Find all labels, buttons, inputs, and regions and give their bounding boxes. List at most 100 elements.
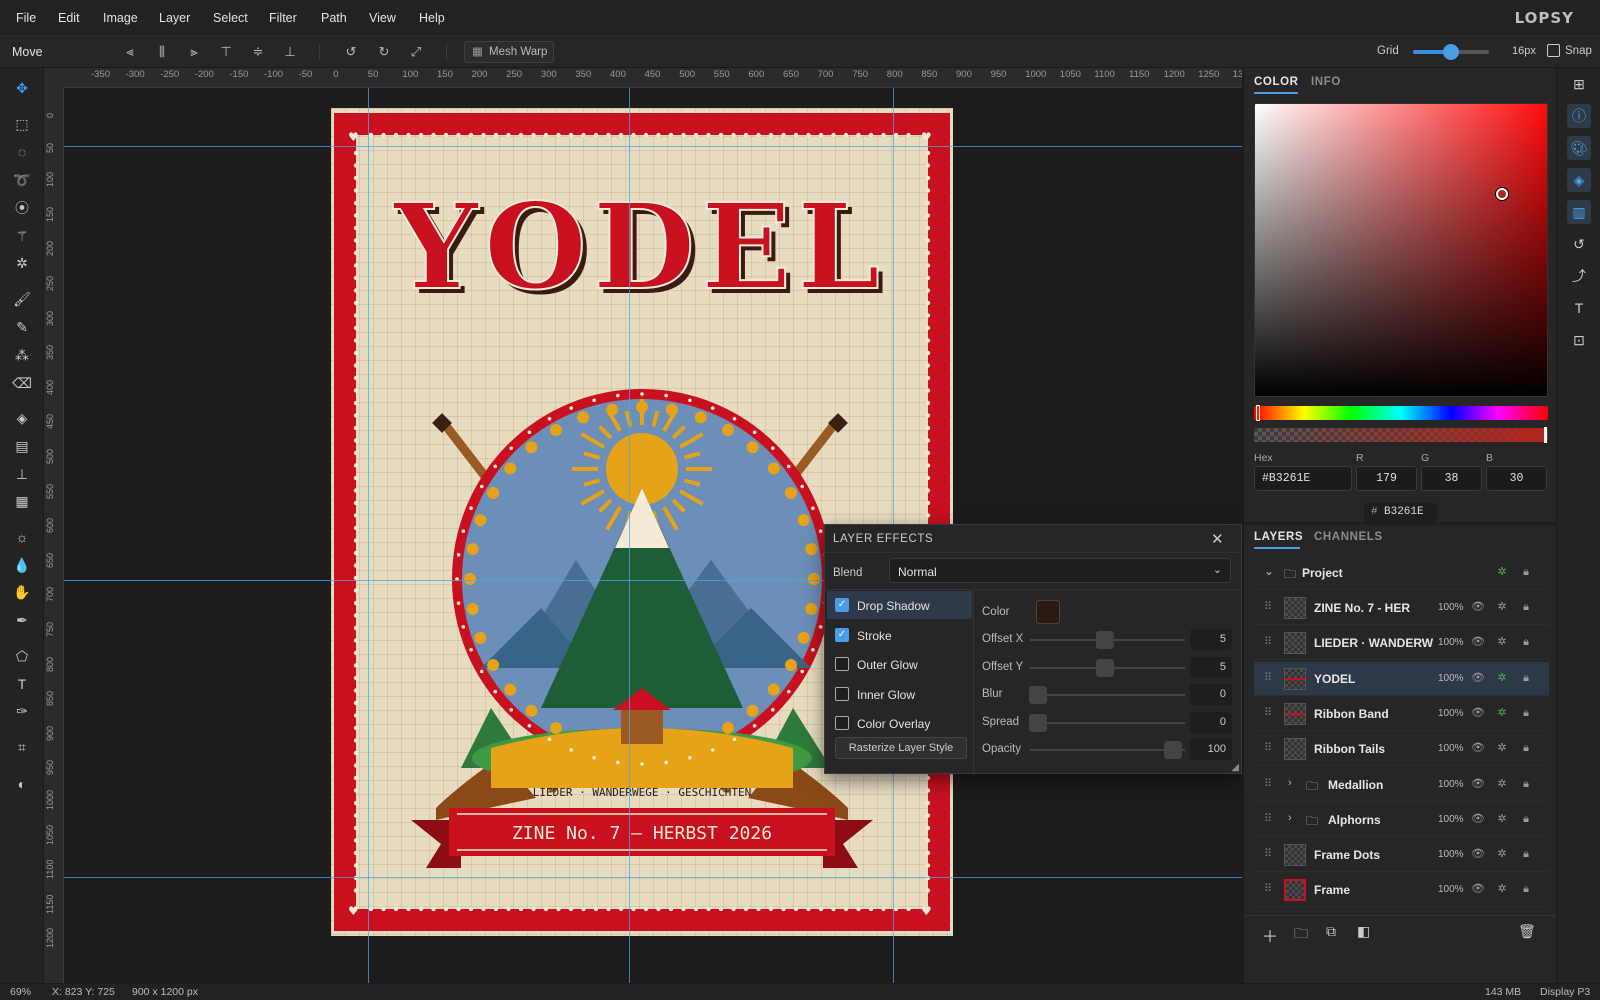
map-icon[interactable]: ⊞ [1567,72,1591,96]
expand-icon[interactable]: ⤢ [407,43,425,61]
lock-icon[interactable]: 🔒︎ [1519,812,1533,826]
contrast-icon[interactable]: ◐ [11,773,33,795]
lock-icon[interactable]: 🔒︎ [1519,847,1533,861]
brush-icon[interactable]: 🖌 [11,288,33,310]
effect-row[interactable]: ✓ Stroke [827,621,972,649]
layer-row[interactable]: ⠿ LIEDER · WANDERW 100% 👁︎ ✲ 🔒︎ [1254,626,1549,661]
color-picker-handle[interactable] [1496,188,1508,200]
layer-opacity[interactable]: 100% [1438,884,1464,895]
pencil-icon[interactable]: ✎ [11,316,33,338]
effects-icon[interactable]: ✲ [1495,741,1509,755]
lock-icon[interactable]: 🔒︎ [1519,706,1533,720]
lock-icon[interactable]: 🔒︎ [1519,882,1533,896]
layer-row[interactable]: ⠿ Ribbon Tails 100% 👁︎ ✲ 🔒︎ [1254,732,1549,767]
menu-image[interactable]: Image [103,11,138,25]
hex-input[interactable]: #B3261E [1254,466,1352,491]
layer-group-project[interactable]: ⌄ 🗀 Project ✲ 🔒︎ [1254,556,1549,590]
r-input[interactable]: 179 [1356,466,1417,491]
path-icon[interactable]: ⤴ [1567,264,1591,288]
layer-row[interactable]: ⠿ › 🗀 Medallion 100% 👁︎ ✲ 🔒︎ [1254,768,1549,802]
blend-select[interactable]: Normal ⌄ [889,558,1231,583]
align-left-icon[interactable]: ⫷ [121,43,139,61]
drag-handle-icon[interactable]: ⠿ [1264,741,1272,754]
effects-icon[interactable]: ✲ [1495,565,1509,579]
tab-color[interactable]: COLOR [1254,76,1299,88]
layer-opacity[interactable]: 100% [1438,779,1464,790]
drag-handle-icon[interactable]: ⠿ [1264,635,1272,648]
drag-handle-icon[interactable]: ⠿ [1264,882,1272,895]
chevron-down-icon[interactable]: ⌄ [1264,564,1274,578]
param-slider-knob[interactable] [1096,658,1114,677]
menu-layer[interactable]: Layer [159,11,190,25]
g-input[interactable]: 38 [1421,466,1482,491]
crop-icon[interactable]: ⌗ [11,736,33,758]
hex-swatch-field[interactable]: # B3261E [1364,503,1438,522]
lock-icon[interactable]: 🔒︎ [1519,600,1533,614]
new-group-icon[interactable]: 🗀 [1294,923,1308,947]
lock-icon[interactable]: 🔒︎ [1519,671,1533,685]
channels-icon[interactable]: ▥ [1567,200,1591,224]
eye-icon[interactable]: 👁︎ [1471,671,1485,685]
eye-icon[interactable]: 👁︎ [1471,635,1485,649]
menu-help[interactable]: Help [419,11,445,25]
layer-row[interactable]: ⠿ ZINE No. 7 - HER 100% 👁︎ ✲ 🔒︎ [1254,591,1549,625]
drag-handle-icon[interactable]: ⠿ [1264,812,1272,825]
palette-icon[interactable]: 🎨︎ [1567,136,1591,160]
hand-icon[interactable]: ✋ [11,581,33,603]
mesh-warp-button[interactable]: ▦ Mesh Warp [464,41,554,63]
guide-horizontal[interactable] [64,146,1242,147]
dodge-icon[interactable]: ☼ [11,526,33,548]
effect-checkbox[interactable] [835,657,849,671]
param-value-input[interactable]: 0 [1190,684,1232,705]
menu-path[interactable]: Path [321,11,347,25]
snap-checkbox[interactable] [1547,44,1560,57]
effects-icon[interactable]: ✲ [1495,671,1509,685]
paint-bucket-icon[interactable]: ◈ [11,407,33,429]
resize-grip-icon[interactable]: ◢ [1231,762,1239,773]
menu-file[interactable]: File [16,11,36,25]
text-tool-icon[interactable]: T [11,673,33,695]
chevron-right-icon[interactable]: › [1288,812,1292,824]
alpha-slider-handle[interactable] [1544,427,1547,443]
lock-icon[interactable]: 🔒︎ [1519,565,1533,579]
guide-horizontal[interactable] [64,877,1242,878]
layer-opacity[interactable]: 100% [1438,602,1464,613]
effects-icon[interactable]: ✲ [1495,600,1509,614]
eye-icon[interactable]: 👁︎ [1471,812,1485,826]
rasterize-layer-style-button[interactable]: Rasterize Layer Style [835,737,967,759]
effects-icon[interactable]: ✲ [1495,706,1509,720]
spot-heal-icon[interactable]: ✲ [11,252,33,274]
close-icon[interactable]: ✕ [1211,530,1224,548]
param-slider-knob[interactable] [1096,631,1114,649]
effect-checkbox[interactable] [835,686,849,701]
chevron-right-icon[interactable]: › [1288,777,1292,789]
guide-vertical[interactable] [629,88,630,983]
tab-layers[interactable]: LAYERS [1254,531,1303,543]
text-panel-icon[interactable]: T [1567,296,1591,320]
grid-slider[interactable] [1413,44,1489,60]
param-slider[interactable] [1030,721,1185,724]
param-value-input[interactable]: 5 [1190,629,1232,650]
rect-select-icon[interactable]: ⬚ [11,113,33,135]
eraser-icon[interactable]: ⌫ [11,372,33,394]
drag-handle-icon[interactable]: ⠿ [1264,847,1272,860]
drag-handle-icon[interactable]: ⠿ [1264,706,1272,719]
grid-slider-knob[interactable] [1443,44,1459,60]
layer-opacity[interactable]: 100% [1438,637,1464,648]
layer-row[interactable]: ⠿ Frame 100% 👁︎ ✲ 🔒︎ [1254,873,1549,908]
param-value-input[interactable]: 5 [1190,656,1232,678]
effects-icon[interactable]: ✲ [1495,882,1509,896]
effect-checkbox[interactable]: ✓ [835,627,849,642]
stamp-icon[interactable]: ⊥ [11,463,33,485]
effects-icon[interactable]: ✲ [1495,812,1509,826]
layer-row[interactable]: ⠿ YODEL 100% 👁︎ ✲ 🔒︎ [1254,661,1549,696]
pattern-icon[interactable]: ▦ [11,490,33,512]
burn-icon[interactable]: 💧 [11,554,33,576]
mask-icon[interactable]: ◧ [1357,923,1370,940]
layer-row[interactable]: ⠿ › 🗀 Alphorns 100% 👁︎ ✲ 🔒︎ [1254,803,1549,837]
move-tool-icon[interactable]: ✥ [11,77,33,99]
rotate-ccw-icon[interactable]: ↺ [342,43,360,61]
guide-vertical[interactable] [368,88,369,983]
ellipse-select-icon[interactable]: ◌ [11,141,33,163]
layer-opacity[interactable]: 100% [1438,814,1464,825]
